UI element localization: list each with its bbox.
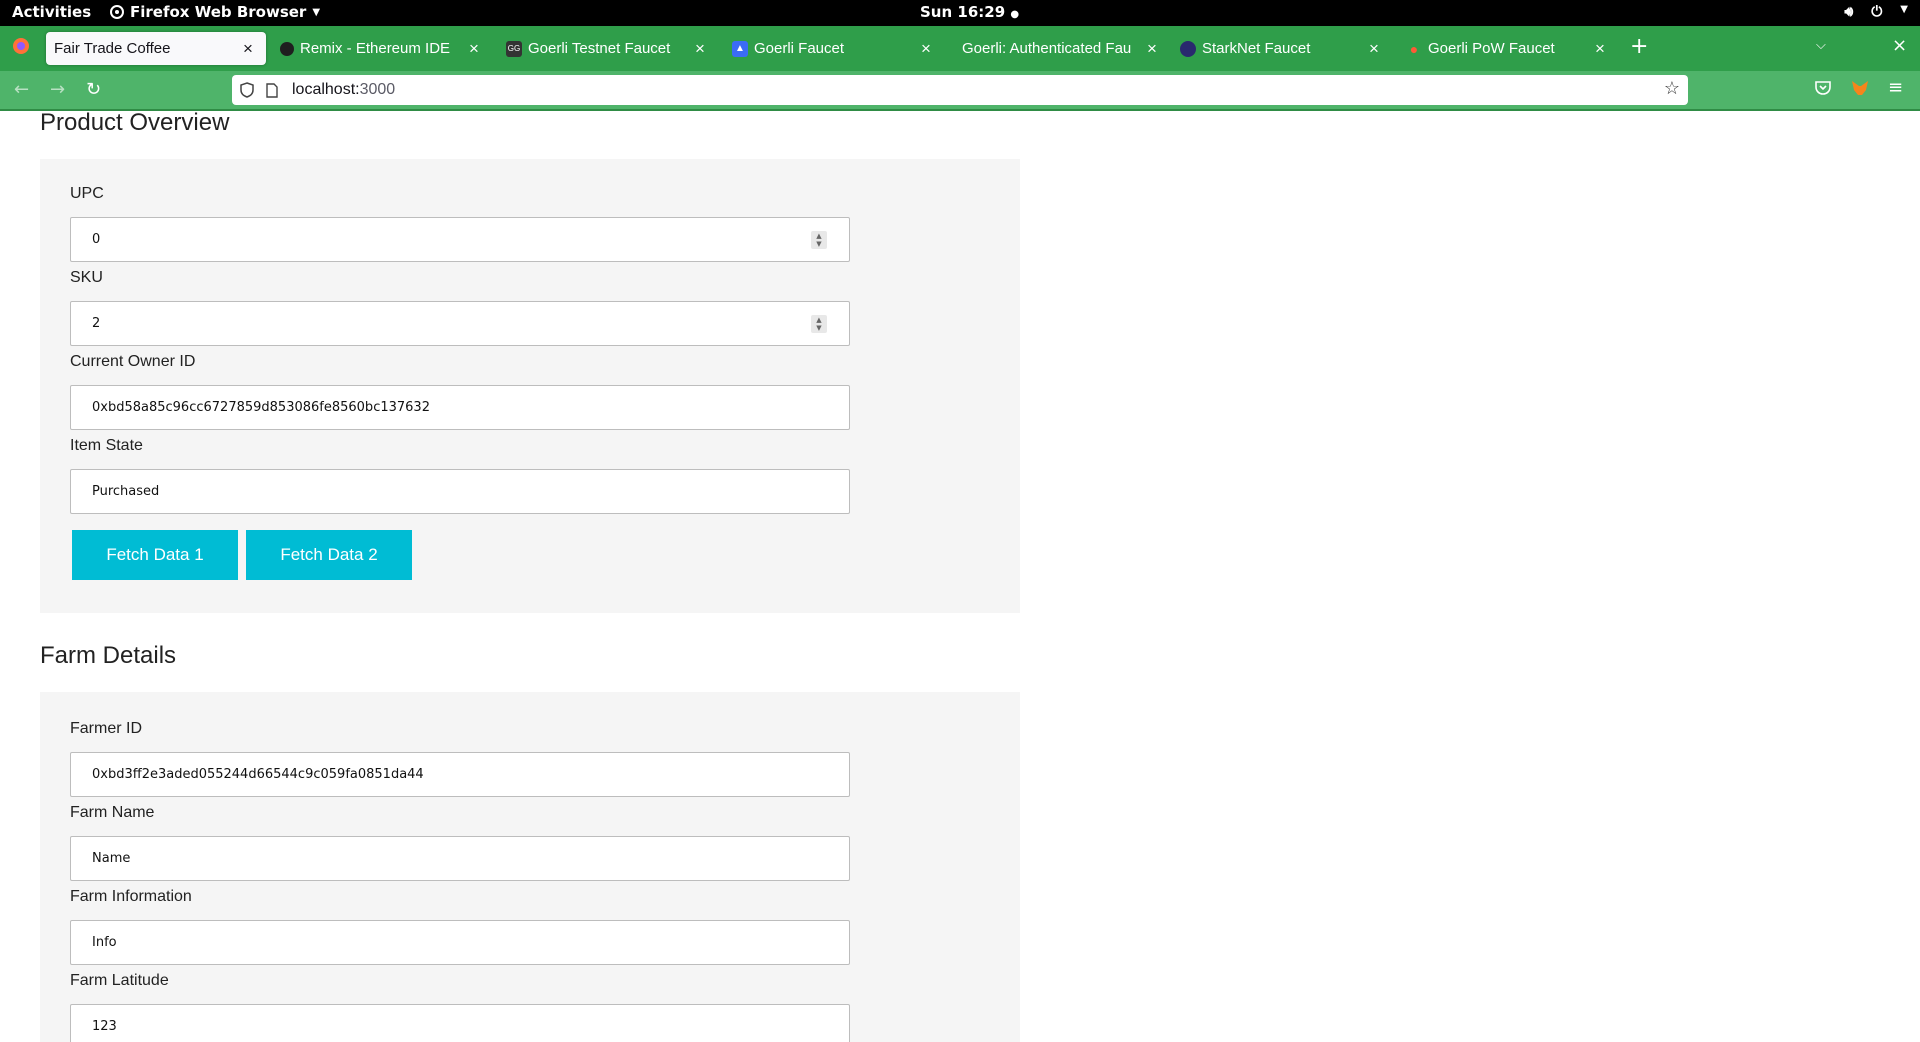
alchemy-icon: ▲ [732,40,748,57]
pocket-icon[interactable] [1815,80,1831,99]
url-text: localhost:3000 [292,81,395,99]
tab-goerli-authenticated-faucet[interactable]: Goerli: Authenticated Fau × [950,32,1170,65]
item-state-value: Purchased [92,484,160,499]
system-top-bar: Activities Firefox Web Browser ▼ Sun 16:… [0,0,1920,26]
firefox-icon [110,5,124,19]
sku-input[interactable]: 2 ▲ ▼ [70,301,850,346]
farm-info-value: Info [92,935,117,950]
upc-stepper[interactable]: ▲ ▼ [811,231,827,249]
menu-icon[interactable]: ≡ [1888,77,1903,98]
owner-id-value: 0xbd58a85c96cc6727859d853086fe8560bc1376… [92,400,430,415]
fetch-data-2-button[interactable]: Fetch Data 2 [246,530,412,580]
tab-goerli-pow-faucet[interactable]: ● Goerli PoW Faucet × [1398,32,1618,65]
tab-title: StarkNet Faucet [1202,40,1311,57]
upc-value: 0 [92,232,101,247]
close-icon[interactable]: × [1142,39,1162,59]
sku-label: SKU [70,269,103,286]
list-all-tabs-icon[interactable]: ⌵ [1816,38,1826,53]
close-icon[interactable]: × [1590,39,1610,59]
nav-bar: ← → ↻ localhost:3000 ☆ ≡ [0,71,1920,111]
bookmark-star-icon[interactable]: ☆ [1664,78,1680,99]
back-icon[interactable]: ← [14,79,29,100]
shield-icon[interactable] [240,82,254,98]
farm-latitude-label: Farm Latitude [70,972,169,989]
owner-id-input[interactable]: 0xbd58a85c96cc6727859d853086fe8560bc1376… [70,385,850,430]
close-icon[interactable]: × [1364,39,1384,59]
new-tab-icon[interactable]: + [1630,34,1648,59]
tab-title: Goerli Testnet Faucet [528,40,671,57]
close-icon[interactable]: × [690,39,710,59]
app-menu-label: Firefox Web Browser [130,3,307,21]
sku-stepper[interactable]: ▲ ▼ [811,315,827,333]
url-host: localhost: [292,81,360,98]
page-icon[interactable] [266,82,278,98]
system-tray[interactable]: 🔊︎ ⏻ ▼ [1844,4,1908,20]
reload-icon[interactable]: ↻ [86,79,101,100]
tab-starknet-faucet[interactable]: StarkNet Faucet × [1172,32,1392,65]
power-icon: ⏻ [1871,4,1883,20]
owner-id-label: Current Owner ID [70,353,196,370]
activities-button[interactable]: Activities [12,3,91,21]
tab-goerli-testnet-faucet[interactable]: GG Goerli Testnet Faucet × [498,32,718,65]
remix-icon [280,41,294,56]
close-window-icon[interactable]: × [1892,35,1907,56]
tab-bar: Fair Trade Coffee × Remix - Ethereum IDE… [0,26,1920,71]
tab-remix[interactable]: Remix - Ethereum IDE × [272,32,492,65]
product-overview-card: UPC 0 ▲ ▼ SKU 2 ▲ ▼ Current Owner ID 0xbd5… [40,159,1020,613]
farm-name-label: Farm Name [70,804,155,821]
farm-name-input[interactable]: Name [70,836,850,881]
upc-label: UPC [70,185,104,202]
clock-label: Sun 16:29 [920,3,1006,21]
page-content: Product Overview UPC 0 ▲ ▼ SKU 2 ▲ ▼ Curre… [0,112,1920,1042]
url-port: 3000 [359,81,396,98]
url-bar[interactable]: localhost:3000 ☆ [232,75,1688,105]
tab-title: Goerli Faucet [754,40,845,57]
tab-title: Remix - Ethereum IDE [300,40,451,57]
farm-info-label: Farm Information [70,888,192,905]
fetch-data-1-button[interactable]: Fetch Data 1 [72,530,238,580]
farm-details-title: Farm Details [40,642,177,669]
upc-input[interactable]: 0 ▲ ▼ [70,217,850,262]
item-state-input[interactable]: Purchased [70,469,850,514]
firefox-view-icon[interactable] [12,37,30,60]
tab-title: Goerli: Authenticated Fau [962,40,1132,57]
close-icon[interactable]: × [464,39,484,59]
farmer-id-value: 0xbd3ff2e3aded055244d66544c9c059fa0851da… [92,767,424,782]
forward-icon[interactable]: → [50,79,65,100]
close-icon[interactable]: × [238,39,258,59]
metamask-icon[interactable] [1851,80,1869,100]
starknet-icon [1180,40,1196,57]
farm-info-input[interactable]: Info [70,920,850,965]
notification-dot-icon: ● [1010,9,1020,20]
farm-name-value: Name [92,851,131,866]
farmer-id-label: Farmer ID [70,720,142,737]
chevron-down-icon: ▼ [1900,4,1908,15]
tab-fair-trade-coffee[interactable]: Fair Trade Coffee × [46,32,266,65]
chevron-down-icon: ▼ [312,6,321,18]
clock[interactable]: Sun 16:29 ● [920,3,1019,21]
faucet-icon: GG [506,40,522,57]
item-state-label: Item State [70,437,143,454]
flame-icon: ● [1409,40,1419,57]
volume-icon: 🔊︎ [1844,4,1854,20]
app-menu[interactable]: Firefox Web Browser ▼ [110,3,320,21]
sku-value: 2 [92,316,101,331]
farmer-id-input[interactable]: 0xbd3ff2e3aded055244d66544c9c059fa0851da… [70,752,850,797]
close-icon[interactable]: × [916,39,936,59]
tab-goerli-faucet[interactable]: ▲ Goerli Faucet × [724,32,944,65]
farm-latitude-input[interactable]: 123 [70,1004,850,1042]
farm-details-card: Farmer ID 0xbd3ff2e3aded055244d66544c9c0… [40,692,1020,1042]
farm-latitude-value: 123 [92,1019,117,1034]
tab-title: Fair Trade Coffee [54,40,171,57]
tab-title: Goerli PoW Faucet [1428,40,1555,57]
product-overview-title: Product Overview [40,112,230,136]
